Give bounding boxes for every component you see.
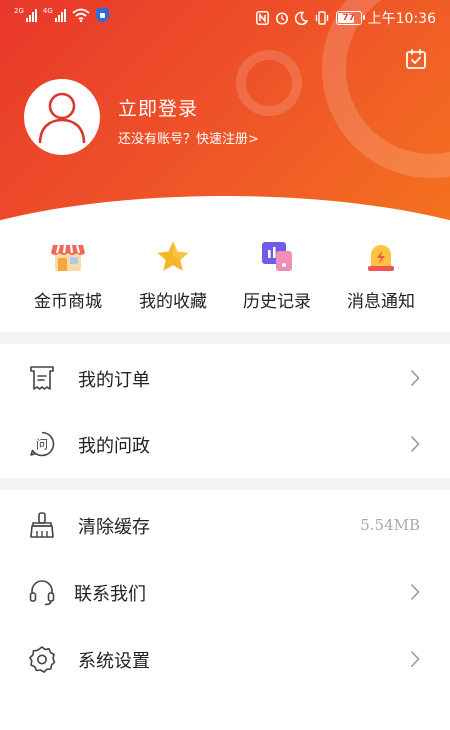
question-chat-icon: 问 (30, 431, 55, 457)
battery-level: 77 (342, 13, 355, 23)
status-bar: 2G 4G 77 上午10:36 (0, 0, 450, 32)
wifi-icon (72, 8, 90, 22)
menu-item-label: 我的订单 (78, 370, 150, 391)
decorative-ring-small (236, 50, 302, 116)
headset-icon (29, 580, 55, 606)
menu-item-settings[interactable]: 系统设置 (0, 627, 450, 691)
gear-icon (29, 646, 56, 673)
menu-item-label: 我的问政 (78, 436, 150, 457)
star-icon (157, 241, 189, 271)
signal-2-label: 4G (42, 7, 53, 15)
security-shield-icon (95, 8, 109, 22)
quick-action-label: 历史记录 (243, 292, 311, 312)
menu-item-my-orders[interactable]: 我的订单 (0, 346, 450, 410)
quick-action-favorites[interactable]: 我的收藏 (123, 235, 223, 315)
calendar-checkin-icon[interactable] (404, 47, 428, 71)
quick-action-notifications[interactable]: 消息通知 (331, 235, 431, 315)
history-icon (262, 242, 292, 271)
quick-action-coin-mall[interactable]: 金币商城 (18, 235, 118, 315)
menu-item-contact-us[interactable]: 联系我们 (0, 560, 450, 624)
menu-item-label: 清除缓存 (78, 517, 150, 538)
chevron-right-icon (410, 650, 420, 668)
chevron-right-icon (410, 369, 420, 387)
avatar[interactable] (24, 79, 100, 155)
menu-item-label: 联系我们 (74, 584, 146, 605)
profile-header: 2G 4G 77 上午10:36 立即登录 还没有账号？快速注册> (0, 0, 450, 230)
menu-item-label: 系统设置 (78, 651, 150, 672)
quick-action-history[interactable]: 历史记录 (227, 235, 327, 315)
cell-signal-1-icon: 2G (14, 8, 37, 22)
register-link[interactable]: 还没有账号？快速注册> (118, 128, 259, 147)
menu-item-clear-cache[interactable]: 清除缓存 5.54MB (0, 493, 450, 557)
receipt-icon (30, 366, 54, 390)
header-curve (0, 196, 450, 230)
chevron-right-icon (410, 435, 420, 453)
shop-icon (51, 244, 85, 271)
chevron-right-icon (410, 583, 420, 601)
menu-item-my-inquiries[interactable]: 问 我的问政 (0, 412, 450, 476)
status-time: 上午10:36 (367, 11, 436, 27)
broom-icon (30, 512, 54, 538)
quick-action-label: 我的收藏 (139, 292, 207, 312)
vibrate-icon (315, 11, 328, 25)
login-link[interactable]: 立即登录 (118, 94, 198, 121)
cell-signal-2-icon: 4G (43, 8, 66, 22)
svg-text:问: 问 (36, 438, 48, 452)
nfc-icon (255, 11, 269, 25)
user-silhouette-icon (38, 92, 86, 144)
quick-action-label: 金币商城 (34, 292, 102, 312)
quick-actions: 金币商城 我的收藏 历史记录 消息通知 (0, 235, 450, 315)
section-divider (0, 478, 450, 490)
section-divider (0, 332, 450, 344)
battery-icon: 77 (335, 11, 365, 25)
bell-icon (368, 245, 394, 271)
signal-1-label: 2G (14, 7, 24, 15)
quick-action-label: 消息通知 (347, 292, 415, 312)
cache-size-value: 5.54MB (360, 516, 420, 534)
alarm-icon (275, 12, 288, 25)
do-not-disturb-moon-icon (294, 11, 308, 25)
